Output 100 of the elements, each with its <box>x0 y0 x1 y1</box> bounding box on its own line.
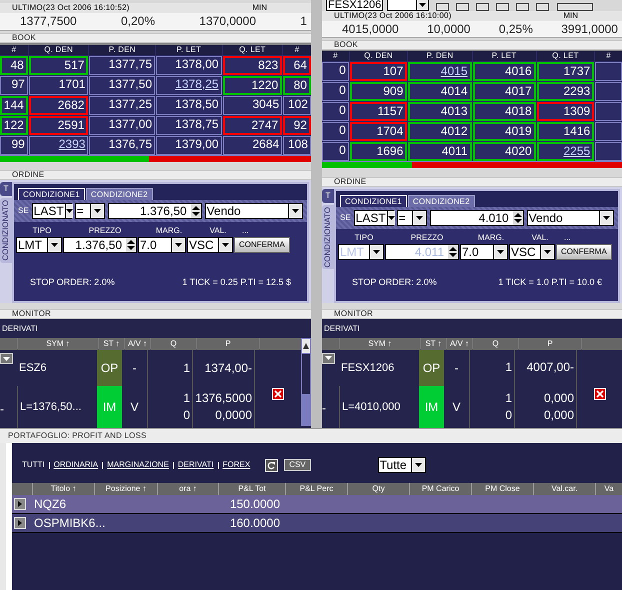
spinner-arrows-icon[interactable] <box>512 210 523 225</box>
dropdown[interactable]: 7.0 <box>138 237 186 254</box>
field-label: ... <box>564 232 572 244</box>
spinner-arrows-icon[interactable] <box>190 204 201 218</box>
column-header: Q. LET <box>536 51 594 62</box>
column-header: Posizione ↑ <box>95 483 157 495</box>
tab[interactable]: CONDIZIONE1 <box>18 188 85 200</box>
number-field[interactable]: 4.010 <box>430 210 524 226</box>
close-icon[interactable] <box>594 388 606 400</box>
play-icon[interactable] <box>14 517 26 529</box>
column-header: Q <box>151 338 196 350</box>
symbol-field[interactable]: FESX1206 <box>326 0 384 12</box>
dropdown[interactable]: VSC <box>187 237 233 254</box>
dropdown[interactable]: LAST <box>354 210 394 226</box>
dropdown[interactable]: VSC <box>509 244 555 260</box>
expand-button[interactable] <box>322 352 335 364</box>
filter-link[interactable]: DERIVATI <box>178 460 214 470</box>
field-label: VAL. <box>208 225 228 238</box>
field-label: MARG. <box>476 232 506 244</box>
table-cell: 0 <box>322 102 349 122</box>
dash-text: - <box>0 400 4 418</box>
dropdown[interactable] <box>387 0 430 12</box>
dropdown[interactable]: Tutte <box>378 457 426 473</box>
caret-icon <box>292 209 299 214</box>
dropdown[interactable]: = <box>74 203 105 220</box>
table-cell: 1378,50 <box>156 96 222 115</box>
dropdown[interactable]: Vendo <box>204 203 303 220</box>
caret-icon <box>3 356 10 361</box>
price-text: 1376,5000 <box>195 390 252 408</box>
table-cell: 4015 <box>408 62 472 82</box>
table-cell: 0 <box>322 122 349 142</box>
table-cell: 0 <box>322 142 349 162</box>
refresh-icon[interactable] <box>265 458 278 472</box>
filter-link[interactable]: ORDINARIA <box>54 460 98 470</box>
table-cell: 1309 <box>536 102 594 122</box>
toolbar-button[interactable] <box>516 3 530 12</box>
spinner-arrows-icon[interactable] <box>126 238 136 252</box>
table-cell: 1377,00 <box>89 116 155 135</box>
toolbar-button[interactable] <box>456 3 470 12</box>
dropdown[interactable]: Vendo <box>526 210 614 226</box>
table-row[interactable]: NQZ6 150.0000 <box>12 495 622 514</box>
tab[interactable]: CONDIZIONE1 <box>340 194 407 207</box>
confirm-button[interactable]: CONFERMA <box>234 237 290 254</box>
table-cell: 48 <box>0 56 28 75</box>
toolbar-button[interactable] <box>536 3 550 12</box>
filter-link[interactable]: TUTTI <box>22 460 45 470</box>
side-tab[interactable]: CONDIZIONATO <box>322 204 334 270</box>
toolbar-button[interactable] <box>496 3 510 12</box>
csv-button[interactable]: CSV <box>284 459 311 471</box>
tab[interactable]: CONDIZIONE2 <box>408 194 475 207</box>
number-field[interactable]: 1.376,50 <box>63 237 137 254</box>
column-header: P. DEN <box>89 44 155 55</box>
dropdown[interactable]: LAST <box>32 203 72 220</box>
table-cell: 1378,00 <box>156 56 222 75</box>
filter-link[interactable]: MARGINAZIONE <box>107 460 169 470</box>
table-cell: 122 <box>0 116 28 135</box>
filter-link[interactable]: FOREX <box>222 460 250 470</box>
number-field[interactable]: 1.376,50 <box>108 203 202 220</box>
toolbar-button[interactable] <box>476 3 490 12</box>
column-header: PM Carico <box>410 483 471 495</box>
table-cell: 1377,50 <box>89 76 155 95</box>
toolbar-button[interactable] <box>557 3 594 12</box>
table-cell: 80 <box>283 76 311 95</box>
condition-label: SE <box>18 205 29 218</box>
table-cell: 102 <box>283 96 311 115</box>
column-header: P <box>519 338 581 350</box>
column-header: Qty <box>348 483 409 495</box>
table-cell: 2293 <box>536 82 594 102</box>
play-icon[interactable] <box>14 498 26 510</box>
section-header: BOOK <box>0 32 311 43</box>
quote-value: 3991,0000 <box>561 22 618 35</box>
price-text: 1374,00- <box>204 360 252 377</box>
expand-button[interactable] <box>0 353 13 364</box>
field-label: ... <box>242 225 250 238</box>
table-cell: 1157 <box>350 102 408 122</box>
column-header: Q <box>473 338 518 350</box>
column-header: ST ↑ <box>99 338 124 350</box>
side-tab[interactable]: CONDIZIONATO <box>0 198 12 264</box>
table-cell: 108 <box>283 136 311 155</box>
table-cell: 4011 <box>408 142 472 162</box>
table-cell: 1704 <box>350 122 408 142</box>
close-icon[interactable] <box>272 388 284 400</box>
column-header: P. LET <box>472 51 536 62</box>
tick-text: 1 TICK = 1.0 P.TI = 10.0 € <box>498 276 602 289</box>
toolbar-button[interactable] <box>436 3 450 12</box>
status-cell: IM <box>419 386 444 428</box>
price-text: 4007,00- <box>526 359 574 376</box>
dropdown[interactable]: 7.0 <box>460 244 508 260</box>
symbol-text: L=4010,000 <box>342 400 400 415</box>
dropdown[interactable]: = <box>396 210 427 226</box>
side-tab[interactable]: T <box>322 188 334 203</box>
section-header: BOOK <box>322 40 622 50</box>
dropdown[interactable]: LMT <box>16 237 62 254</box>
table-row[interactable]: OSPMIBK6... 160.0000 <box>12 514 622 533</box>
confirm-button[interactable]: CONFERMA <box>556 244 612 260</box>
column-header: ST ↑ <box>421 338 446 350</box>
tab[interactable]: CONDIZIONE2 <box>86 188 153 200</box>
table-cell: 4020 <box>472 142 536 162</box>
side-tab[interactable]: T <box>0 182 12 196</box>
quantity-text: 1 <box>505 359 512 376</box>
